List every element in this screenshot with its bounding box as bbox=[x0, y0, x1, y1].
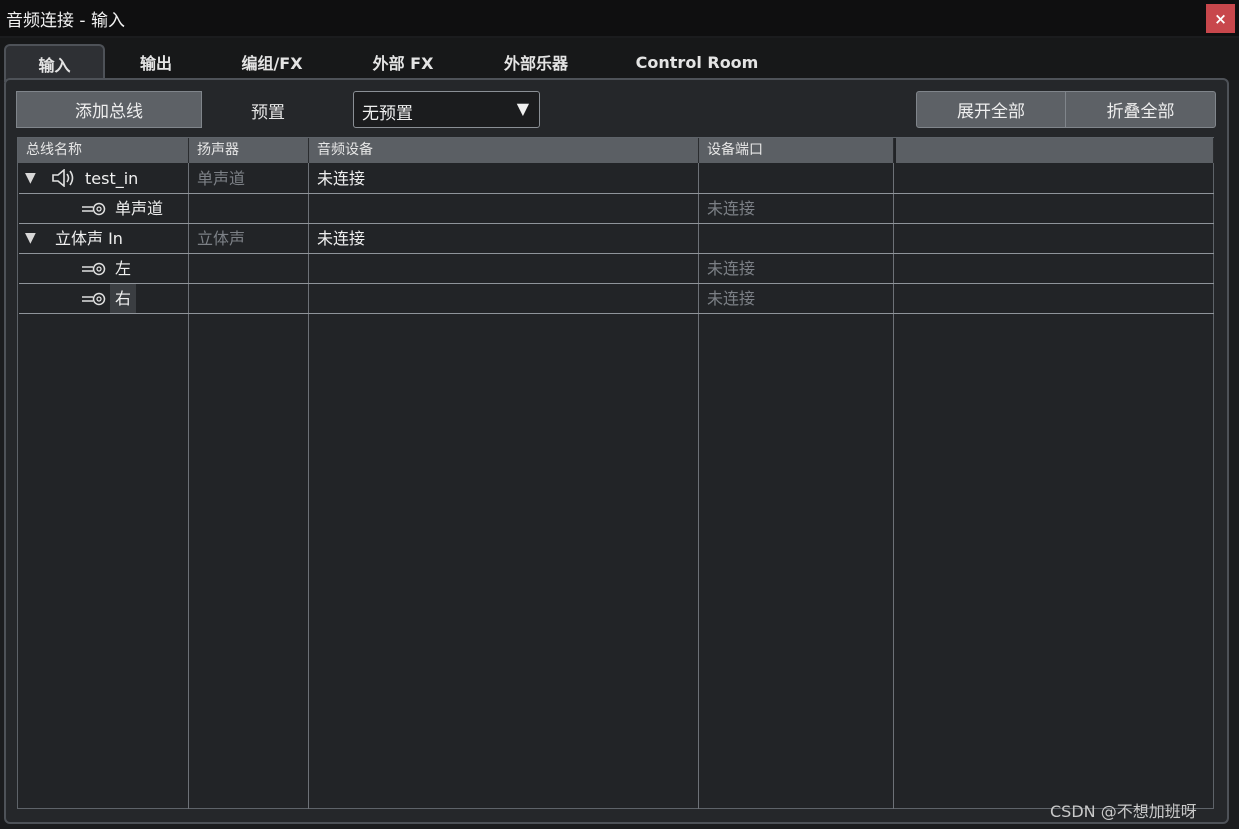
chevron-down-icon: ▼ bbox=[516, 99, 529, 118]
tab-label: Control Room bbox=[635, 52, 759, 72]
tab-label: 输入 bbox=[38, 56, 71, 75]
preset-dropdown[interactable]: 无预置 ▼ bbox=[353, 91, 540, 128]
tab-control-room[interactable]: Control Room bbox=[622, 44, 772, 80]
device-port[interactable]: 未连接 bbox=[707, 194, 755, 223]
column-header-audio-device[interactable]: 音频设备 bbox=[309, 138, 699, 163]
tab-output[interactable]: 输出 bbox=[113, 44, 199, 80]
tab-external-fx[interactable]: 外部 FX bbox=[352, 44, 454, 80]
expand-all-button[interactable]: 展开全部 bbox=[916, 91, 1066, 128]
close-icon: × bbox=[1214, 9, 1227, 28]
bus-name: 立体声 In bbox=[55, 229, 123, 248]
bus-table: 总线名称 扬声器 音频设备 设备端口 ▼ test_in 单声道 未连接 单声道… bbox=[17, 137, 1214, 809]
bus-name: test_in bbox=[85, 169, 139, 188]
channel-name[interactable]: 右 bbox=[110, 284, 137, 313]
column-header-device-port[interactable]: 设备端口 bbox=[699, 138, 894, 163]
speaker-config: 立体声 bbox=[197, 229, 246, 248]
column-header-bus-name[interactable]: 总线名称 bbox=[18, 138, 189, 163]
add-bus-button[interactable]: 添加总线 bbox=[16, 91, 202, 128]
input-plug-icon bbox=[82, 262, 106, 276]
table-row[interactable]: 单声道 未连接 bbox=[19, 194, 1214, 224]
tab-input[interactable]: 输入 bbox=[4, 44, 105, 82]
device-port[interactable]: 未连接 bbox=[707, 284, 755, 313]
expand-triangle-icon[interactable]: ▼ bbox=[25, 224, 36, 253]
collapse-all-button[interactable]: 折叠全部 bbox=[1065, 91, 1216, 128]
close-button[interactable]: × bbox=[1206, 4, 1235, 33]
tab-group-fx[interactable]: 编组/FX bbox=[222, 44, 322, 80]
tab-label: 输出 bbox=[139, 54, 172, 73]
column-header-speaker[interactable]: 扬声器 bbox=[189, 138, 309, 163]
speaker-icon bbox=[52, 169, 74, 187]
column-header-empty bbox=[896, 138, 1214, 163]
window-title: 音频连接 - 输入 bbox=[6, 11, 125, 31]
watermark: CSDN @不想加班呀 bbox=[1050, 802, 1197, 821]
table-row[interactable]: ▼ test_in 单声道 未连接 bbox=[19, 164, 1214, 194]
input-plug-icon bbox=[82, 292, 106, 306]
expand-triangle-icon[interactable]: ▼ bbox=[25, 164, 36, 193]
audio-device[interactable]: 未连接 bbox=[317, 224, 365, 253]
tab-external-instruments[interactable]: 外部乐器 bbox=[484, 44, 588, 80]
title-bar: 音频连接 - 输入 × bbox=[0, 0, 1239, 36]
device-port[interactable]: 未连接 bbox=[707, 254, 755, 283]
tab-label: 外部乐器 bbox=[503, 54, 568, 73]
table-row[interactable]: ▼ 立体声 In 立体声 未连接 bbox=[19, 224, 1214, 254]
channel-name: 左 bbox=[115, 259, 132, 278]
channel-name: 单声道 bbox=[115, 199, 164, 218]
table-row[interactable]: 右 未连接 bbox=[19, 284, 1214, 314]
tab-bar: 输入 输出 编组/FX 外部 FX 外部乐器 Control Room bbox=[0, 38, 1239, 82]
input-plug-icon bbox=[82, 202, 106, 216]
preset-label: 预置 bbox=[251, 103, 285, 123]
audio-device[interactable]: 未连接 bbox=[317, 164, 365, 193]
tab-label: 编组/FX bbox=[241, 54, 303, 73]
tab-label: 外部 FX bbox=[372, 54, 434, 73]
speaker-config: 单声道 bbox=[197, 169, 246, 188]
table-row[interactable]: 左 未连接 bbox=[19, 254, 1214, 284]
preset-value: 无预置 bbox=[362, 104, 413, 124]
